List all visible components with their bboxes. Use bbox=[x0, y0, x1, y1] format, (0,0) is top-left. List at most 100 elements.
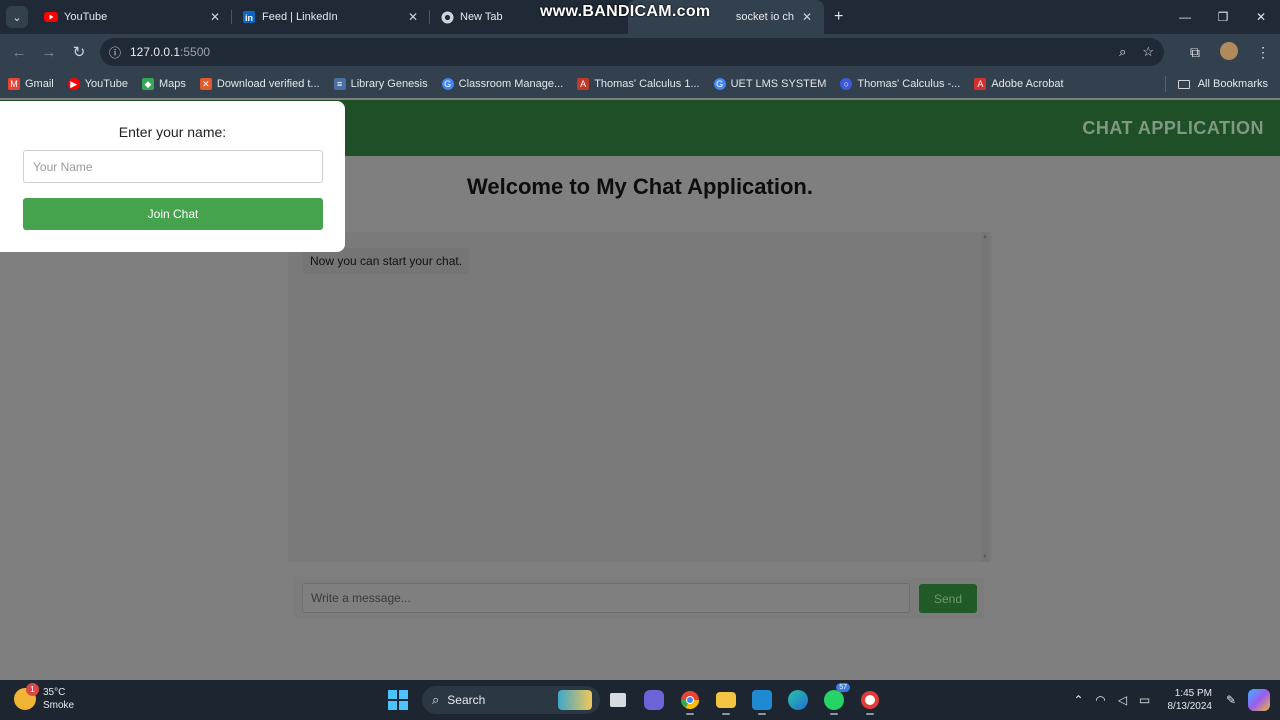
temperature: 35°C bbox=[43, 687, 66, 698]
name-input[interactable] bbox=[23, 150, 323, 183]
bookmark-classroom[interactable]: G Classroom Manage... bbox=[441, 78, 563, 90]
task-view-icon[interactable] bbox=[600, 685, 636, 715]
message-input[interactable] bbox=[302, 583, 910, 613]
search-highlight-icon bbox=[558, 690, 592, 710]
url-host: 127.0.0.1 bbox=[130, 45, 181, 59]
zoom-icon[interactable]: ⌕ bbox=[1119, 44, 1126, 60]
pdf-icon: A bbox=[577, 78, 590, 90]
extensions-icon[interactable]: ⧉ bbox=[1178, 44, 1212, 61]
forward-icon[interactable]: → bbox=[34, 44, 64, 61]
search-label: Search bbox=[447, 693, 486, 707]
chat-messages[interactable]: Now you can start your chat. ▲ ▼ bbox=[288, 232, 992, 562]
chevron-up-icon[interactable]: ⌃ bbox=[1068, 693, 1090, 707]
close-tab-icon[interactable]: ✕ bbox=[208, 10, 222, 24]
weather-badge: 1 bbox=[26, 683, 39, 696]
join-chat-button[interactable]: Join Chat bbox=[23, 198, 323, 230]
chrome-icon bbox=[440, 10, 454, 24]
all-bookmarks-button[interactable]: All Bookmarks bbox=[1164, 70, 1268, 98]
tab-linkedin[interactable]: in Feed | LinkedIn ✕ bbox=[232, 0, 430, 34]
youtube-icon bbox=[44, 10, 58, 24]
reload-icon[interactable]: ↻ bbox=[64, 43, 94, 61]
record-icon[interactable] bbox=[852, 685, 888, 715]
bookmark-uet-lms[interactable]: G UET LMS SYSTEM bbox=[713, 78, 827, 90]
profile-avatar[interactable] bbox=[1212, 41, 1246, 63]
window-controls: — ❐ ✕ bbox=[1166, 0, 1280, 34]
minimize-icon[interactable]: — bbox=[1166, 0, 1204, 34]
notification-icon[interactable]: ✎ bbox=[1220, 693, 1242, 707]
maps-icon: ◆ bbox=[141, 78, 154, 90]
name-prompt: Enter your name: bbox=[118, 124, 227, 140]
send-button[interactable]: Send bbox=[919, 584, 977, 613]
bookmark-label: Gmail bbox=[25, 78, 54, 90]
tab-title: Feed | LinkedIn bbox=[262, 11, 338, 23]
recorder-watermark: www.BANDICAM.com bbox=[540, 3, 711, 20]
bookmark-youtube[interactable]: ▶ YouTube bbox=[67, 78, 128, 90]
youtube-icon: ▶ bbox=[67, 78, 80, 90]
svg-text:in: in bbox=[245, 13, 253, 23]
bookmark-label: Thomas' Calculus 1... bbox=[594, 78, 700, 90]
weather-widget[interactable]: 1 35°C Smoke bbox=[14, 683, 75, 712]
tab-youtube[interactable]: YouTube ✕ bbox=[34, 0, 232, 34]
chat-scrollbar[interactable]: ▲ ▼ bbox=[981, 232, 989, 562]
tab-strip: ⌄ YouTube ✕ in Feed | LinkedIn ✕ New Tab… bbox=[0, 0, 1280, 34]
url-port: :5500 bbox=[180, 45, 211, 59]
site-info-icon[interactable]: ⓘ bbox=[100, 44, 130, 61]
battery-icon[interactable]: ▭ bbox=[1134, 693, 1156, 707]
start-icon[interactable] bbox=[388, 690, 408, 710]
scroll-down-icon[interactable]: ▼ bbox=[981, 554, 989, 560]
search-icon: ⌕ bbox=[432, 692, 440, 707]
message-composer: Send bbox=[294, 577, 984, 619]
app-title: CHAT APPLICATION bbox=[1082, 118, 1264, 138]
bookmark-thomas-calculus-2[interactable]: ○ Thomas' Calculus -... bbox=[840, 78, 960, 90]
clock[interactable]: 1:45 PM 8/13/2024 bbox=[1168, 687, 1213, 713]
taskbar-search[interactable]: ⌕ Search bbox=[422, 686, 600, 714]
bookmark-star-icon[interactable]: ☆ bbox=[1142, 44, 1154, 60]
library-icon: ≡ bbox=[333, 78, 346, 90]
bookmark-label: UET LMS SYSTEM bbox=[730, 78, 827, 90]
time: 1:45 PM bbox=[1174, 688, 1212, 699]
weather-condition: Smoke bbox=[43, 700, 75, 711]
bookmark-download[interactable]: ✕ Download verified t... bbox=[199, 78, 320, 90]
tab-title: YouTube bbox=[64, 11, 108, 23]
address-bar[interactable]: ⓘ 127.0.0.1 :5500 ⌕ ☆ bbox=[100, 38, 1164, 66]
folder-icon bbox=[1177, 79, 1190, 89]
divider bbox=[1164, 76, 1166, 92]
linkedin-icon: in bbox=[242, 10, 256, 24]
bookmark-label: Thomas' Calculus -... bbox=[857, 78, 961, 90]
vscode-icon[interactable] bbox=[744, 685, 780, 715]
gmail-icon: M bbox=[8, 78, 20, 90]
tab-search-button[interactable]: ⌄ bbox=[6, 6, 28, 28]
chrome-taskbar-icon[interactable] bbox=[672, 685, 708, 715]
bookmark-thomas-calculus-1[interactable]: A Thomas' Calculus 1... bbox=[577, 78, 700, 90]
teams-icon[interactable] bbox=[636, 685, 672, 715]
bookmark-label: YouTube bbox=[84, 78, 128, 90]
bookmark-adobe-acrobat[interactable]: A Adobe Acrobat bbox=[974, 78, 1064, 90]
wifi-icon[interactable]: ◠ bbox=[1090, 693, 1112, 707]
date: 8/13/2024 bbox=[1167, 701, 1213, 712]
new-tab-button[interactable]: + bbox=[834, 8, 843, 26]
bookmark-library-genesis[interactable]: ≡ Library Genesis bbox=[333, 78, 428, 90]
restore-icon[interactable]: ❐ bbox=[1204, 0, 1242, 34]
bookmark-gmail[interactable]: M Gmail bbox=[8, 78, 54, 90]
acrobat-icon: A bbox=[974, 78, 987, 90]
volume-icon[interactable]: ◁ bbox=[1112, 693, 1134, 707]
system-tray: ⌃ ◠ ◁ ▭ 1:45 PM 8/13/2024 ✎ bbox=[1068, 680, 1280, 720]
whatsapp-icon[interactable]: 57 bbox=[816, 683, 852, 715]
bookmark-label: Download verified t... bbox=[216, 78, 320, 90]
circle-icon: ○ bbox=[840, 78, 853, 90]
toolbar: ← → ↻ ⓘ 127.0.0.1 :5500 ⌕ ☆ ⧉ ⋮ bbox=[0, 34, 1280, 70]
close-tab-icon[interactable]: ✕ bbox=[406, 10, 420, 24]
bookmark-maps[interactable]: ◆ Maps bbox=[141, 78, 186, 90]
bookmark-label: Adobe Acrobat bbox=[991, 78, 1064, 90]
scroll-up-icon[interactable]: ▲ bbox=[981, 234, 989, 240]
copilot-icon[interactable] bbox=[1248, 689, 1270, 711]
close-window-icon[interactable]: ✕ bbox=[1242, 0, 1280, 34]
back-icon[interactable]: ← bbox=[4, 44, 34, 61]
google-icon: G bbox=[441, 78, 454, 90]
close-tab-icon[interactable]: ✕ bbox=[800, 10, 814, 24]
edge-icon[interactable] bbox=[780, 685, 816, 715]
bookmark-label: Library Genesis bbox=[350, 78, 428, 90]
menu-icon[interactable]: ⋮ bbox=[1246, 44, 1280, 61]
file-explorer-icon[interactable] bbox=[708, 685, 744, 715]
bookmark-label: Maps bbox=[158, 78, 186, 90]
